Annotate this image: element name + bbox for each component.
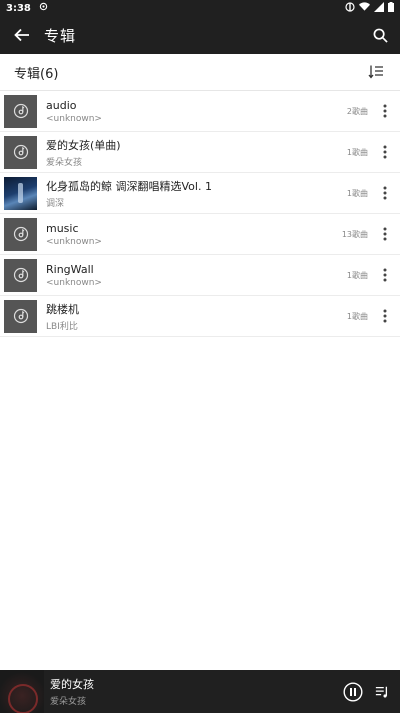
now-playing-cover[interactable] bbox=[0, 670, 44, 713]
more-options-button[interactable] bbox=[374, 137, 396, 167]
pause-button[interactable] bbox=[342, 681, 364, 703]
album-row-whale[interactable]: 化身孤岛的鲸 调深翻唱精选Vol. 1 调深 1歌曲 bbox=[0, 173, 400, 214]
now-playing-title: 爱的女孩 bbox=[50, 678, 94, 691]
song-count: 1歌曲 bbox=[346, 311, 368, 321]
more-options-button[interactable] bbox=[374, 219, 396, 249]
playlist-button[interactable] bbox=[364, 677, 400, 707]
album-count-header: 专辑(6) bbox=[0, 54, 400, 91]
song-count: 1歌曲 bbox=[346, 188, 368, 198]
album-artist: <unknown> bbox=[46, 277, 102, 288]
page-title: 专辑 bbox=[44, 26, 77, 45]
now-playing-artist: 爱朵女孩 bbox=[50, 697, 87, 707]
album-title: audio bbox=[46, 98, 77, 112]
status-time: 3:38 bbox=[6, 2, 31, 14]
album-artist: 爱朵女孩 bbox=[46, 157, 83, 168]
album-cover bbox=[4, 258, 37, 292]
album-row-ringwall[interactable]: RingWall <unknown> 1歌曲 bbox=[0, 255, 400, 296]
album-cover bbox=[4, 94, 37, 128]
arrow-left-icon bbox=[14, 28, 29, 42]
song-count: 13歌曲 bbox=[341, 229, 368, 239]
disc-icon bbox=[13, 103, 28, 119]
more-vertical-icon bbox=[383, 268, 387, 282]
data-saver-icon bbox=[345, 1, 355, 15]
more-vertical-icon bbox=[383, 309, 387, 323]
album-row-audio[interactable]: audio <unknown> 2歌曲 bbox=[0, 91, 400, 132]
more-options-button[interactable] bbox=[374, 178, 396, 208]
disc-icon bbox=[13, 267, 28, 283]
album-row-tiaolouji[interactable]: 跳楼机 LBI利比 1歌曲 bbox=[0, 296, 400, 337]
album-count-label: 专辑(6) bbox=[14, 66, 59, 82]
notification-icon bbox=[39, 2, 48, 14]
song-count: 1歌曲 bbox=[346, 147, 368, 157]
song-count: 1歌曲 bbox=[346, 270, 368, 280]
search-button[interactable] bbox=[360, 16, 400, 54]
pause-icon bbox=[343, 681, 363, 702]
album-cover bbox=[4, 135, 37, 169]
album-title: 跳楼机 bbox=[46, 302, 79, 316]
album-artist: <unknown> bbox=[46, 113, 102, 124]
mini-player[interactable]: 爱的女孩 爱朵女孩 bbox=[0, 670, 400, 713]
more-vertical-icon bbox=[383, 104, 387, 118]
sort-icon bbox=[368, 65, 383, 79]
album-title: 爱的女孩(单曲) bbox=[46, 138, 121, 152]
more-options-button[interactable] bbox=[374, 96, 396, 126]
search-icon bbox=[373, 28, 388, 43]
album-title: music bbox=[46, 221, 79, 235]
sort-button[interactable] bbox=[366, 62, 386, 82]
disc-icon bbox=[13, 226, 28, 242]
more-vertical-icon bbox=[383, 145, 387, 159]
album-artist: 调深 bbox=[46, 198, 65, 209]
disc-icon bbox=[13, 144, 28, 160]
album-artist: LBI利比 bbox=[46, 321, 78, 332]
app-bar: 专辑 bbox=[0, 16, 400, 54]
status-bar: 3:38 bbox=[0, 0, 400, 16]
more-options-button[interactable] bbox=[374, 301, 396, 331]
album-cover-image bbox=[4, 176, 37, 210]
album-row-music[interactable]: music <unknown> 13歌曲 bbox=[0, 214, 400, 255]
more-vertical-icon bbox=[383, 186, 387, 200]
album-row-love-girl[interactable]: 爱的女孩(单曲) 爱朵女孩 1歌曲 bbox=[0, 132, 400, 173]
wifi-icon bbox=[359, 1, 370, 15]
album-title: 化身孤岛的鲸 调深翻唱精选Vol. 1 bbox=[46, 179, 212, 193]
signal-icon bbox=[374, 1, 384, 15]
back-button[interactable] bbox=[0, 16, 44, 54]
more-vertical-icon bbox=[383, 227, 387, 241]
disc-icon bbox=[13, 308, 28, 324]
playlist-icon bbox=[375, 686, 388, 698]
album-list: audio <unknown> 2歌曲 爱的女孩(单曲) 爱朵女孩 1歌曲 化身… bbox=[0, 91, 400, 337]
album-cover bbox=[4, 217, 37, 251]
more-options-button[interactable] bbox=[374, 260, 396, 290]
battery-icon bbox=[388, 1, 394, 15]
album-title: RingWall bbox=[46, 262, 94, 276]
album-artist: <unknown> bbox=[46, 236, 102, 247]
song-count: 2歌曲 bbox=[346, 106, 368, 116]
album-cover bbox=[4, 299, 37, 333]
